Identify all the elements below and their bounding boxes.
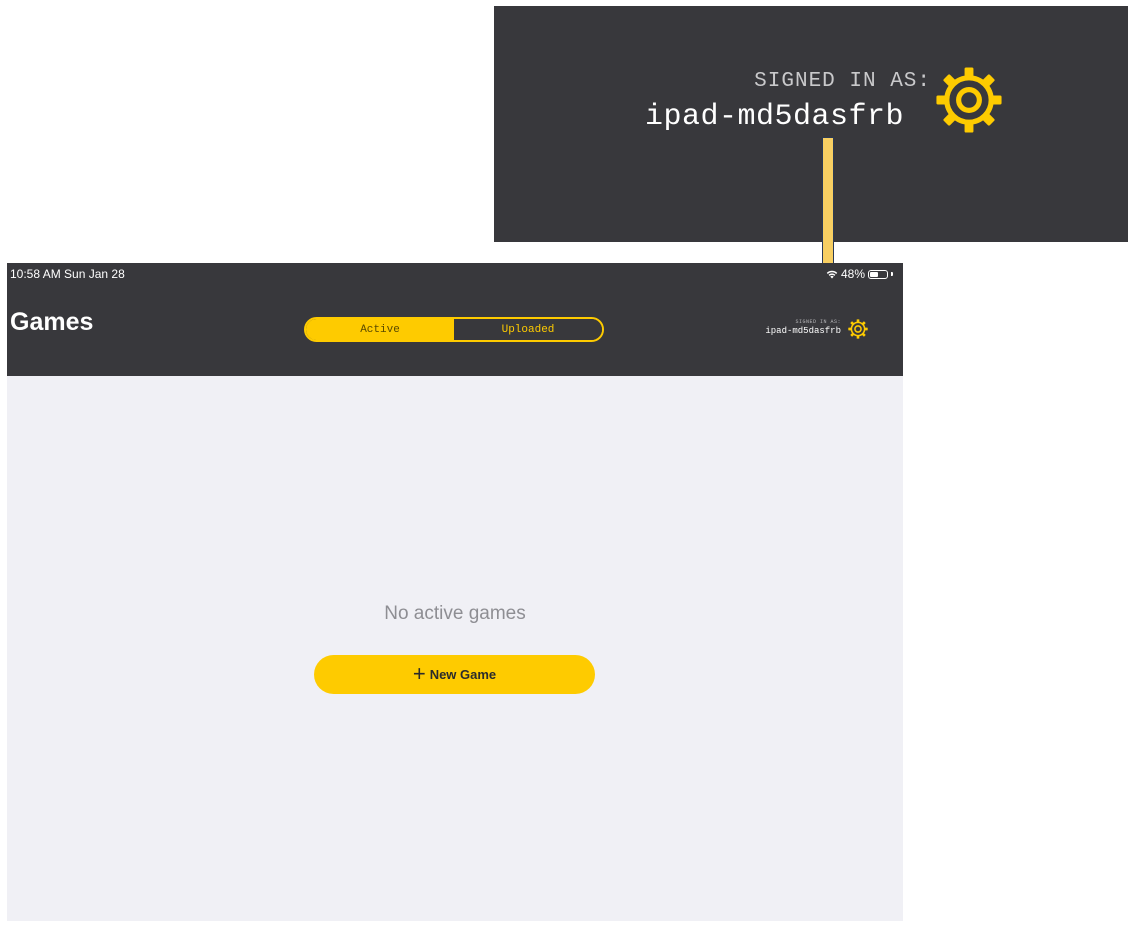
games-filter-segmented-control: Active Uploaded	[304, 317, 604, 342]
empty-state-message: No active games	[384, 603, 526, 624]
signed-in-label: SIGNED IN AS:	[754, 70, 931, 93]
new-game-label: New Game	[429, 667, 497, 682]
signed-in-info: SIGNED IN AS: ipad-md5dasfrb	[765, 319, 841, 337]
status-right-group: 48%	[826, 267, 893, 281]
tab-active[interactable]: Active	[306, 319, 454, 340]
ipad-screen: 10:58 AM Sun Jan 28 48% Games Active Upl…	[7, 263, 903, 921]
plus-icon: +	[412, 660, 426, 686]
status-bar: 10:58 AM Sun Jan 28 48%	[7, 263, 903, 283]
battery-percent: 48%	[840, 267, 865, 281]
page-title: Games	[10, 308, 94, 336]
navigation-bar: Games Active Uploaded SIGNED IN AS: ipad…	[7, 283, 903, 376]
signed-in-zoom-callout: SIGNED IN AS: ipad-md5dasfrb	[494, 6, 1128, 242]
username-label: ipad-md5dasfrb	[765, 326, 841, 336]
battery-tip	[891, 272, 893, 276]
username-label: ipad-md5dasfrb	[644, 100, 904, 134]
new-game-button[interactable]: + New Game	[314, 655, 595, 694]
gear-icon[interactable]	[847, 318, 869, 340]
gear-icon	[936, 67, 1002, 133]
status-time: 10:58 AM Sun Jan 28	[10, 267, 125, 281]
wifi-icon	[826, 270, 838, 279]
battery-icon	[868, 269, 888, 279]
tab-uploaded[interactable]: Uploaded	[454, 319, 602, 340]
signed-in-label: SIGNED IN AS:	[795, 319, 841, 325]
